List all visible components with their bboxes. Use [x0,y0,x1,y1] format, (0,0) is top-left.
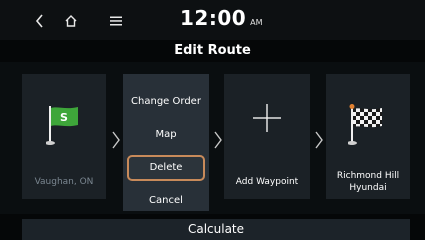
waypoint-context-menu: Change Order Map Delete Cancel [123,74,209,211]
home-icon [65,15,77,27]
route-destination-card[interactable]: Richmond Hill Hyundai [326,74,410,199]
route-panel: S Vaughan, ON Change Order Map Delete Ca… [0,62,425,214]
add-waypoint-label: Add Waypoint [235,177,299,187]
plus-icon [253,104,281,132]
chevron-right-icon [214,131,222,149]
svg-text:S: S [60,111,68,124]
status-bar: 12:00 AM [0,0,425,40]
menu-button[interactable] [103,8,129,34]
clock-ampm: AM [250,18,263,27]
menu-item-delete[interactable]: Delete [127,155,205,181]
menu-item-change-order[interactable]: Change Order [123,90,209,114]
chevron-left-icon [35,14,43,28]
menu-item-cancel[interactable]: Cancel [123,189,209,213]
route-destination-label-line2: Hyundai [349,183,387,193]
checkered-flag-icon [348,104,382,145]
page-title: Edit Route [174,43,251,58]
back-button[interactable] [27,8,53,34]
route-destination-label-line1: Richmond Hill [336,171,400,181]
chevron-right-icon [315,131,323,149]
menu-item-map[interactable]: Map [123,123,209,147]
calculate-button[interactable]: Calculate [22,219,410,240]
green-flag-s-icon: S [46,106,78,145]
hamburger-menu-icon [110,16,122,26]
home-button[interactable] [58,8,84,34]
add-waypoint-card[interactable]: Add Waypoint [224,74,310,199]
clock-time: 12:00 [180,6,247,30]
route-start-card[interactable]: S Vaughan, ON [22,74,106,199]
clock: 12:00 AM [180,6,263,34]
chevron-right-icon [112,131,120,149]
route-start-label: Vaughan, ON [34,177,94,187]
